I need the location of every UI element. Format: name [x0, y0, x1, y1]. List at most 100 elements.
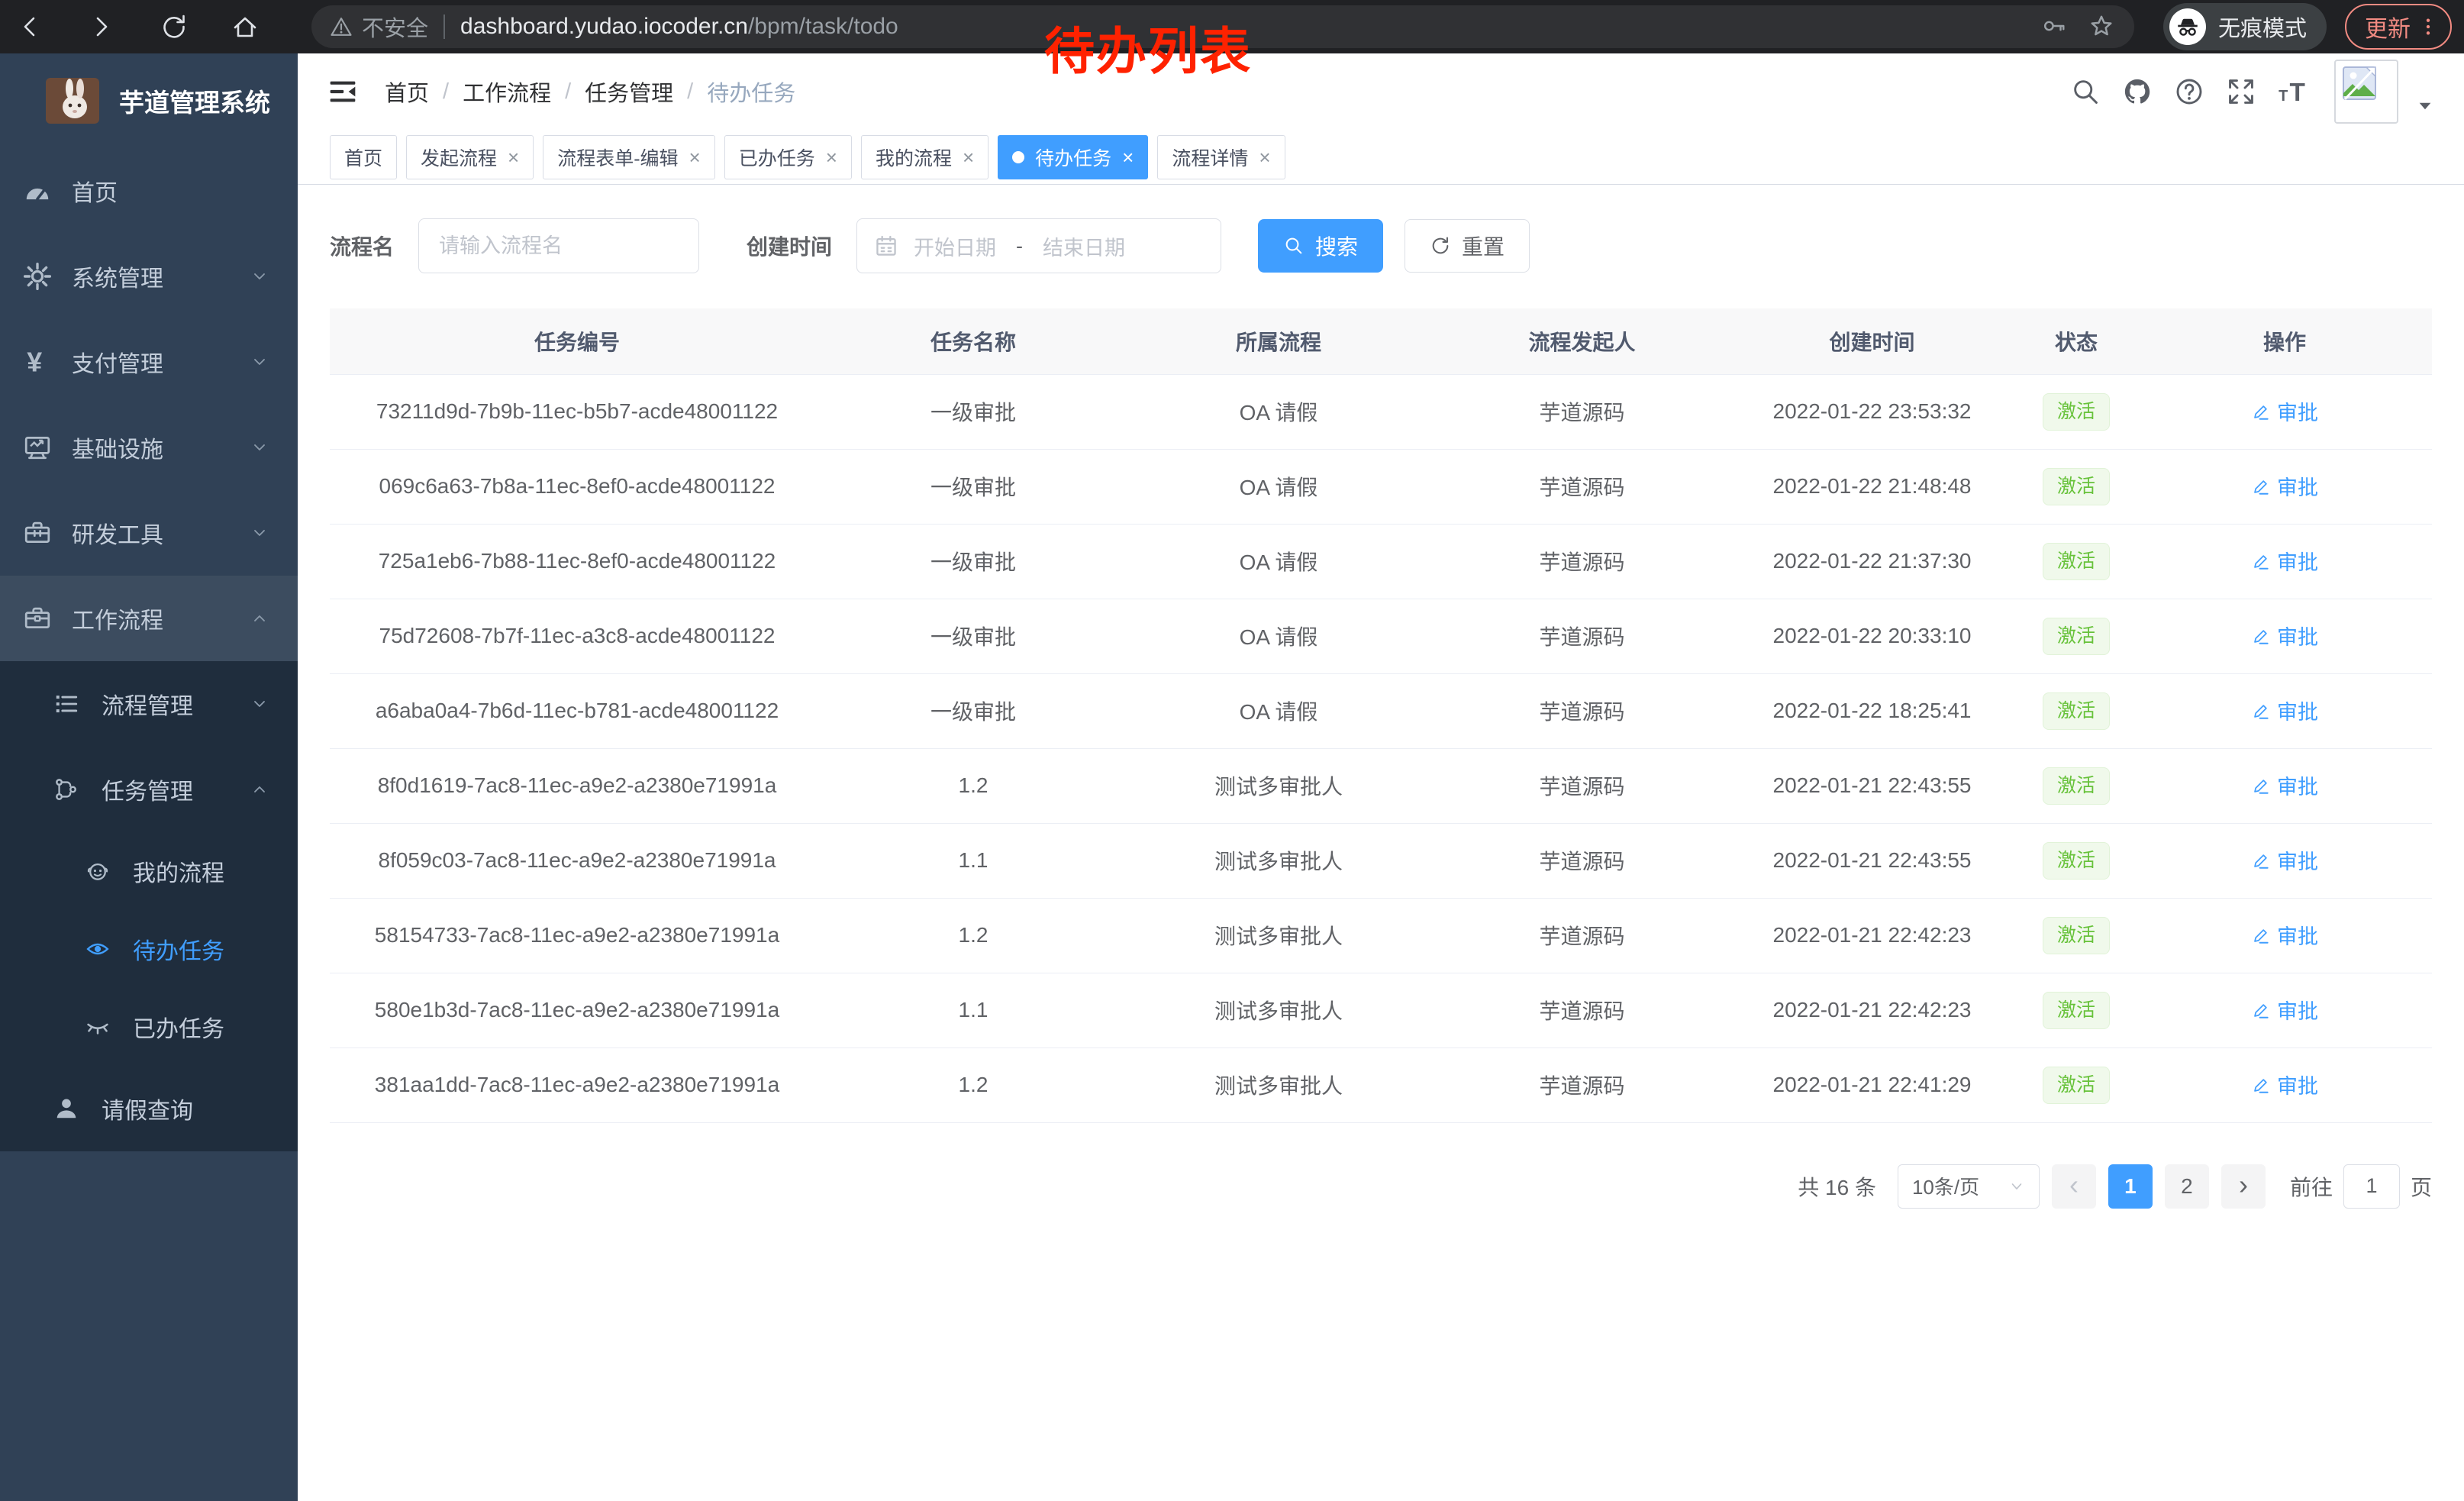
page-button-1[interactable]: 1 — [2108, 1164, 2153, 1209]
sidebar-item-task-management[interactable]: 任务管理 — [0, 747, 298, 832]
approve-link[interactable]: 审批 — [2251, 1070, 2318, 1099]
initiator-cell: 芋道源码 — [1435, 599, 1729, 673]
header-search-icon[interactable] — [2069, 75, 2102, 108]
tab-my-process[interactable]: 我的流程× — [861, 135, 989, 179]
browser-reload-icon[interactable] — [156, 9, 191, 44]
sidebar-item-infrastructure[interactable]: 基础设施 — [0, 405, 298, 490]
sidebar-item-workflow[interactable]: 工作流程 — [0, 576, 298, 661]
initiator-cell: 芋道源码 — [1435, 1047, 1729, 1122]
sidebar-item-home[interactable]: 首页 — [0, 148, 298, 234]
approve-link[interactable]: 审批 — [2251, 546, 2318, 576]
edit-icon — [2251, 776, 2271, 796]
toolbox-icon — [23, 518, 52, 547]
browser-back-icon[interactable] — [12, 9, 47, 44]
avatar-caret-down-icon[interactable] — [2417, 98, 2433, 115]
sidebar-item-dev-tools[interactable]: 研发工具 — [0, 490, 298, 576]
create-time-label: 创建时间 — [747, 231, 832, 261]
edit-icon — [2251, 402, 2271, 421]
status-badge: 激活 — [2043, 992, 2110, 1029]
reset-button[interactable]: 重置 — [1405, 219, 1530, 273]
font-size-icon[interactable]: TT — [2276, 75, 2310, 108]
approve-link[interactable]: 审批 — [2251, 696, 2318, 725]
process-cell: 测试多审批人 — [1122, 973, 1435, 1047]
status-badge: 激活 — [2043, 1067, 2110, 1104]
not-secure-warning-icon[interactable] — [330, 15, 353, 38]
column-header: 所属流程 — [1122, 308, 1435, 374]
tab-close-icon[interactable]: × — [508, 147, 519, 167]
tab-done-tasks[interactable]: 已办任务× — [724, 135, 852, 179]
app-logo-row[interactable]: 芋道管理系统 — [0, 53, 298, 148]
breadcrumb-item[interactable]: 工作流程 — [463, 76, 551, 108]
table-row: 8f0d1619-7ac8-11ec-a9e2-a2380e71991a1.2测… — [330, 748, 2432, 823]
column-header: 操作 — [2137, 308, 2432, 374]
process-cell: OA 请假 — [1122, 673, 1435, 748]
goto-page-input[interactable] — [2343, 1164, 2400, 1209]
task-name-cell: 一级审批 — [824, 599, 1122, 673]
app-title: 芋道管理系统 — [119, 82, 270, 119]
fullscreen-icon[interactable] — [2224, 75, 2258, 108]
search-button[interactable]: 搜索 — [1258, 219, 1383, 273]
create-time-cell: 2022-01-21 22:42:23 — [1729, 898, 2015, 973]
browser-home-icon[interactable] — [227, 9, 263, 44]
tab-close-icon[interactable]: × — [1122, 147, 1134, 167]
tab-close-icon[interactable]: × — [963, 147, 974, 167]
approve-link[interactable]: 审批 — [2251, 995, 2318, 1025]
approve-link[interactable]: 审批 — [2251, 396, 2318, 426]
tab-process-detail[interactable]: 流程详情× — [1157, 135, 1285, 179]
github-icon[interactable] — [2121, 75, 2154, 108]
tab-home[interactable]: 首页 — [330, 135, 397, 179]
sidebar-item-todo-tasks[interactable]: 待办任务 — [0, 910, 298, 988]
sidebar-item-system-management[interactable]: 系统管理 — [0, 234, 298, 319]
approve-link[interactable]: 审批 — [2251, 770, 2318, 800]
status-cell: 激活 — [2015, 1047, 2137, 1122]
approve-link[interactable]: 审批 — [2251, 621, 2318, 650]
column-header: 任务名称 — [824, 308, 1122, 374]
password-key-icon[interactable] — [2041, 13, 2069, 40]
action-cell: 审批 — [2137, 898, 2432, 973]
action-cell: 审批 — [2137, 374, 2432, 449]
tree-icon — [53, 776, 79, 802]
breadcrumb-item[interactable]: 任务管理 — [585, 76, 673, 108]
approve-link[interactable]: 审批 — [2251, 471, 2318, 501]
sidebar-item-payment-management[interactable]: ¥支付管理 — [0, 319, 298, 405]
sidebar-item-leave-query[interactable]: 请假查询 — [0, 1066, 298, 1151]
prev-page-button[interactable]: ‹ — [2052, 1164, 2096, 1209]
app-logo-rabbit-image — [46, 78, 99, 124]
pagination: 共 16 条 10条/页 ‹12› 前往 页 — [330, 1164, 2432, 1209]
tab-close-icon[interactable]: × — [1259, 147, 1270, 167]
page-content: 流程名 创建时间 开始日期 - 结束日期 搜索 重置 — [298, 185, 2464, 1501]
tab-todo-tasks[interactable]: 待办任务× — [998, 135, 1148, 179]
tab-form-edit[interactable]: 流程表单-编辑× — [543, 135, 715, 179]
process-name-input[interactable] — [418, 218, 699, 273]
breadcrumb-item[interactable]: 首页 — [385, 76, 429, 108]
bookmark-star-icon[interactable] — [2088, 13, 2116, 40]
tab-start-process[interactable]: 发起流程× — [406, 135, 534, 179]
status-badge: 激活 — [2043, 618, 2110, 655]
approve-link[interactable]: 审批 — [2251, 845, 2318, 875]
avatar[interactable] — [2334, 60, 2398, 124]
status-cell: 激活 — [2015, 524, 2137, 599]
browser-forward-icon[interactable] — [84, 9, 119, 44]
tab-close-icon[interactable]: × — [689, 147, 701, 167]
tab-close-icon[interactable]: × — [826, 147, 837, 167]
action-cell: 审批 — [2137, 973, 2432, 1047]
action-cell: 审批 — [2137, 1047, 2432, 1122]
sidebar-item-my-process[interactable]: 我的流程 — [0, 832, 298, 910]
sidebar-item-process-management[interactable]: 流程管理 — [0, 661, 298, 747]
create-time-cell: 2022-01-22 23:53:32 — [1729, 374, 2015, 449]
date-range-input[interactable]: 开始日期 - 结束日期 — [856, 218, 1221, 273]
approve-link[interactable]: 审批 — [2251, 920, 2318, 950]
sidebar-collapse-icon[interactable] — [327, 76, 359, 108]
next-page-button[interactable]: › — [2221, 1164, 2266, 1209]
sidebar-item-done-tasks[interactable]: 已办任务 — [0, 988, 298, 1066]
action-cell: 审批 — [2137, 748, 2432, 823]
page-button-2[interactable]: 2 — [2165, 1164, 2209, 1209]
initiator-cell: 芋道源码 — [1435, 898, 1729, 973]
task-table: 任务编号任务名称所属流程流程发起人创建时间状态操作 73211d9d-7b9b-… — [330, 308, 2432, 1123]
update-button[interactable]: 更新 — [2345, 4, 2452, 50]
page-size-select[interactable]: 10条/页 — [1898, 1164, 2040, 1209]
monitor-icon — [23, 433, 52, 462]
help-icon[interactable] — [2172, 75, 2206, 108]
sidebar: 芋道管理系统 首页系统管理¥支付管理基础设施研发工具工作流程流程管理任务管理我的… — [0, 53, 298, 1501]
initiator-cell: 芋道源码 — [1435, 823, 1729, 898]
